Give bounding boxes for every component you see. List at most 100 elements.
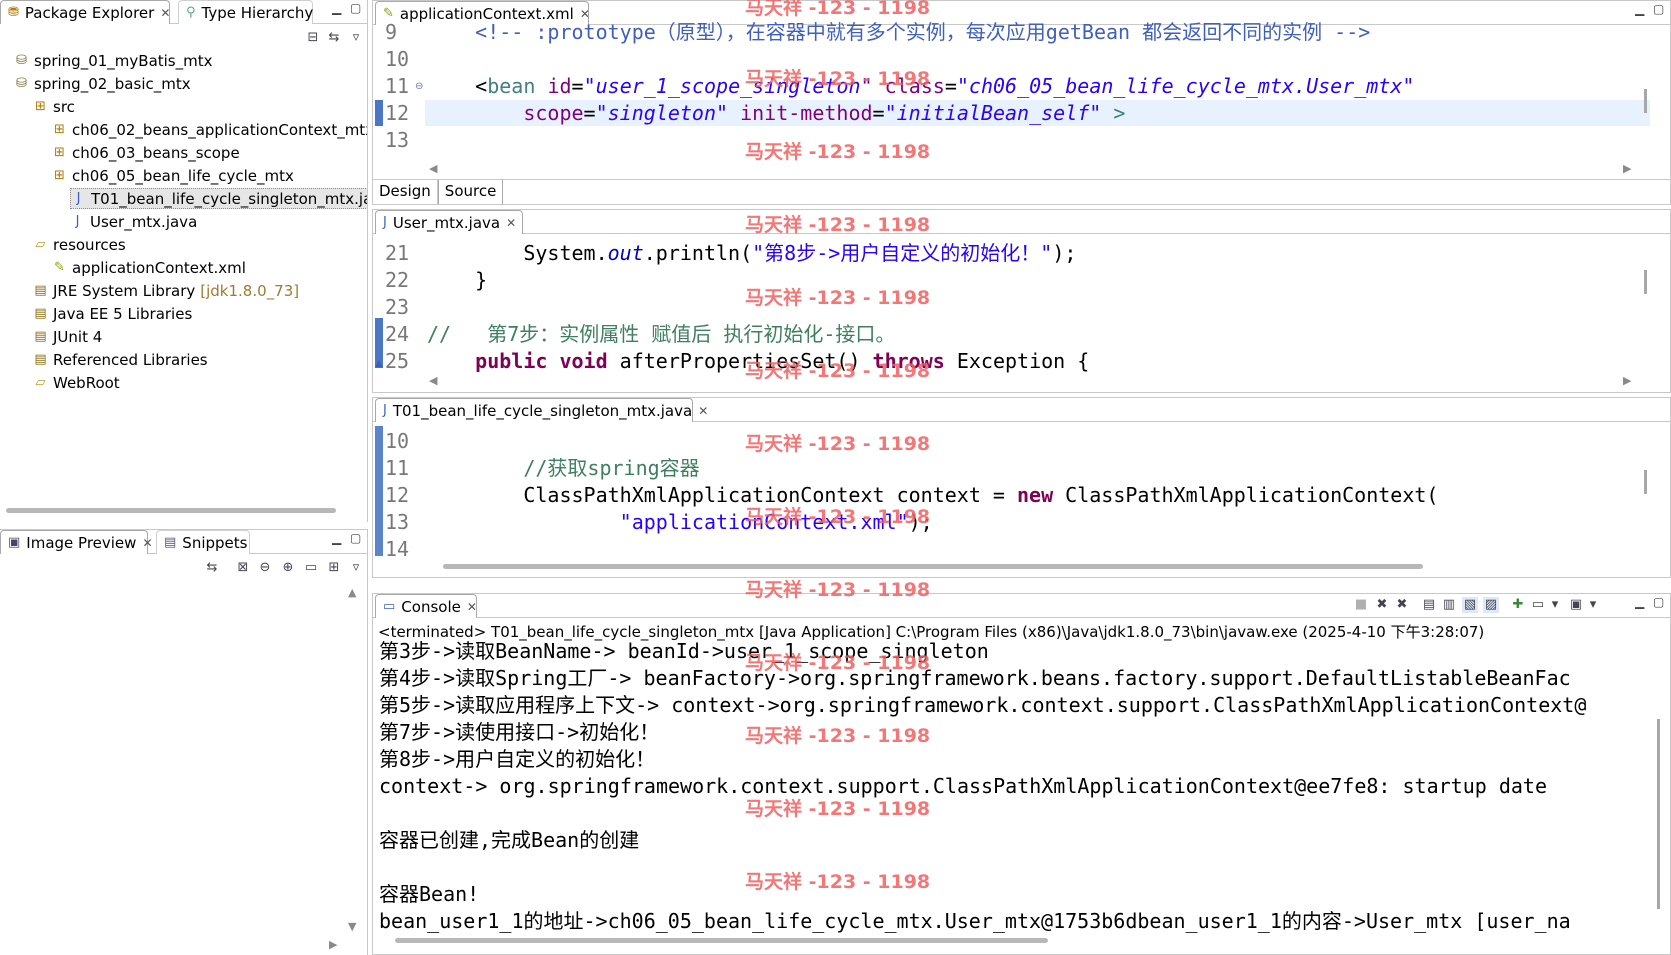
tree-item[interactable]: ▤ JRE System Library [jdk1.8.0_73] bbox=[33, 280, 299, 301]
minimize-icon[interactable]: ▁ bbox=[332, 2, 341, 14]
code-line[interactable]: public void afterPropertiesSet() throws … bbox=[427, 348, 1089, 374]
display-console-dropdown-icon[interactable]: ▾ bbox=[1547, 597, 1563, 613]
maximize-icon[interactable]: ▢ bbox=[1653, 3, 1664, 15]
console-vscroll-thumb[interactable] bbox=[1657, 719, 1660, 909]
collapse-all-icon[interactable]: ⊟ bbox=[305, 30, 321, 46]
maximize-icon[interactable]: ▢ bbox=[350, 532, 361, 544]
scroll-thumb[interactable] bbox=[6, 508, 336, 513]
test-hscrollbar[interactable] bbox=[373, 558, 1670, 576]
close-icon[interactable]: ✕ bbox=[160, 6, 170, 20]
test-code-area[interactable]: 10 11 //获取spring容器 12 ClassPathXmlApplicat… bbox=[373, 428, 1670, 561]
fit-image-icon[interactable]: ⊠ bbox=[235, 560, 251, 576]
word-wrap-icon[interactable]: ▧ bbox=[1462, 597, 1478, 613]
tab-snippets[interactable]: ▤ Snippets bbox=[156, 530, 250, 554]
pin-console-icon[interactable]: ✚ bbox=[1510, 597, 1526, 613]
actual-size-icon[interactable]: ▭ bbox=[303, 560, 319, 576]
package-icon: ⊞ bbox=[54, 122, 65, 137]
tree-item[interactable]: J User_mtx.java bbox=[70, 211, 198, 232]
java-file-icon: J bbox=[383, 215, 387, 230]
test-vscroll-thumb[interactable] bbox=[1644, 470, 1647, 494]
tree-item[interactable]: ✎ applicationContext.xml bbox=[52, 257, 246, 278]
minimize-icon[interactable]: ▁ bbox=[332, 532, 341, 544]
tree-item[interactable]: ▱ WebRoot bbox=[33, 372, 120, 393]
test-editor-panel: J T01_bean_life_cycle_singleton_mtx.java… bbox=[372, 397, 1671, 578]
zoom-out-icon[interactable]: ⊖ bbox=[257, 560, 273, 576]
console-output[interactable]: 第3步->读取BeanName-> beanId->user_1_scope_s… bbox=[373, 638, 1656, 933]
view-menu-icon[interactable]: ▿ bbox=[348, 30, 364, 46]
user-vscroll-thumb[interactable] bbox=[1644, 270, 1647, 294]
close-icon[interactable]: ✕ bbox=[142, 536, 152, 550]
clear-console-icon[interactable]: ▤ bbox=[1421, 597, 1437, 613]
tab-package-explorer[interactable]: ⛃ Package Explorer ✕ bbox=[0, 0, 170, 24]
scroll-left-icon[interactable]: ◀ bbox=[429, 162, 437, 175]
tree-item[interactable]: ▱ resources bbox=[33, 234, 126, 255]
link-with-editor-icon[interactable]: ⇆ bbox=[326, 30, 342, 46]
scroll-lock-icon[interactable]: ▥ bbox=[1441, 597, 1457, 613]
zoom-in-icon[interactable]: ⊕ bbox=[280, 560, 296, 576]
scroll-up-icon[interactable]: ▲ bbox=[348, 586, 356, 599]
tree-item[interactable]: ▤ JUnit 4 bbox=[33, 326, 102, 347]
scroll-thumb[interactable] bbox=[443, 564, 1423, 569]
tree-item[interactable]: ⊞ src bbox=[33, 96, 75, 117]
console-line: 容器Bean! bbox=[379, 882, 480, 906]
terminate-icon[interactable]: ■ bbox=[1353, 597, 1369, 613]
show-console-on-output-icon[interactable]: ▨ bbox=[1483, 597, 1499, 613]
scroll-thumb[interactable] bbox=[395, 938, 1048, 943]
code-line[interactable]: ClassPathXmlApplicationContext context =… bbox=[427, 482, 1438, 508]
tab-t01-java[interactable]: J T01_bean_life_cycle_singleton_mtx.java… bbox=[375, 398, 708, 422]
tree-item[interactable]: ⛁ spring_01_myBatis_mtx bbox=[14, 50, 212, 71]
close-icon[interactable]: ✕ bbox=[698, 404, 708, 418]
console-line: 第3步->读取BeanName-> beanId->user_1_scope_s… bbox=[379, 639, 989, 663]
maximize-icon[interactable]: ▢ bbox=[350, 2, 361, 14]
close-icon[interactable]: ✕ bbox=[506, 216, 516, 230]
xml-vscroll-thumb[interactable] bbox=[1644, 89, 1647, 113]
test-editor-tabbar: J T01_bean_life_cycle_singleton_mtx.java… bbox=[373, 398, 1670, 422]
open-console-icon[interactable]: ▣ bbox=[1568, 597, 1584, 613]
remove-all-icon[interactable]: ✖ bbox=[1394, 597, 1410, 613]
maximize-icon[interactable]: ▢ bbox=[1653, 596, 1664, 608]
scroll-right-icon[interactable]: ▶ bbox=[329, 938, 337, 951]
tab-design[interactable]: Design bbox=[373, 180, 438, 204]
code-line[interactable]: // 第7步：实例属性 赋值后 执行初始化-接口。 bbox=[427, 321, 895, 347]
code-line[interactable]: //获取spring容器 bbox=[427, 455, 699, 481]
line-number: 12 bbox=[385, 101, 410, 125]
close-icon[interactable]: ✕ bbox=[467, 600, 477, 614]
tab-type-hierarchy[interactable]: ⚲ Type Hierarchy bbox=[178, 0, 313, 24]
package-explorer-icon: ⛃ bbox=[8, 5, 19, 20]
display-console-icon[interactable]: ▭ bbox=[1530, 597, 1546, 613]
link-icon[interactable]: ⇆ bbox=[204, 560, 220, 576]
tab-image-preview[interactable]: ▣ Image Preview ✕ bbox=[0, 530, 153, 554]
scroll-down-icon[interactable]: ▼ bbox=[348, 920, 356, 933]
package-explorer-hscrollbar[interactable] bbox=[0, 502, 367, 520]
minimize-icon[interactable]: ▁ bbox=[1635, 596, 1644, 608]
fit-window-icon[interactable]: ⊞ bbox=[326, 560, 342, 576]
view-menu-icon[interactable]: ▿ bbox=[348, 560, 364, 576]
tree-item[interactable]: ⊞ ch06_03_beans_scope bbox=[52, 142, 240, 163]
tab-user-mtx-java[interactable]: J User_mtx.java ✕ bbox=[375, 210, 523, 234]
code-line[interactable]: <bean id="user_1_scope_singleton" class=… bbox=[427, 73, 1414, 99]
remove-launch-icon[interactable]: ✖ bbox=[1374, 597, 1390, 613]
tree-item[interactable]: ▤ Java EE 5 Libraries bbox=[33, 303, 192, 324]
tree-item-label: ch06_02_beans_applicationContext_mtx bbox=[72, 120, 368, 139]
scroll-left-icon[interactable]: ◀ bbox=[429, 374, 437, 387]
tab-source[interactable]: Source bbox=[437, 180, 504, 204]
collapse-icon[interactable]: ⊖ bbox=[415, 81, 423, 92]
code-line[interactable]: <!-- :prototype（原型），在容器中就有多个实例，每次应用getBe… bbox=[427, 19, 1370, 45]
tab-console[interactable]: ▭ Console ✕ bbox=[375, 594, 477, 618]
xml-code-area[interactable]: 9 <!-- :prototype（原型），在容器中就有多个实例，每次应用get… bbox=[373, 19, 1670, 159]
tree-item[interactable]: J T01_bean_life_cycle_singleton_mtx.jav bbox=[70, 188, 367, 209]
tree-item[interactable]: ⛁ spring_02_basic_mtx bbox=[14, 73, 191, 94]
user-code-area[interactable]: 21 System.out.println("第8步->用户自定义的初始化！")… bbox=[373, 240, 1670, 373]
minimize-icon[interactable]: ▁ bbox=[1635, 3, 1644, 15]
tab-label: Console bbox=[401, 597, 461, 616]
code-line[interactable]: System.out.println("第8步->用户自定义的初始化！"); bbox=[427, 240, 1076, 266]
console-hscrollbar[interactable] bbox=[373, 932, 1670, 950]
scroll-right-icon[interactable]: ▶ bbox=[1623, 374, 1631, 387]
code-line[interactable]: "applicationContext.xml"); bbox=[427, 509, 933, 535]
tree-item[interactable]: ⊞ ch06_02_beans_applicationContext_mtx bbox=[52, 119, 368, 140]
tree-item[interactable]: ▤ Referenced Libraries bbox=[33, 349, 207, 370]
open-console-dropdown-icon[interactable]: ▾ bbox=[1585, 597, 1601, 613]
scroll-right-icon[interactable]: ▶ bbox=[1623, 162, 1631, 175]
code-line[interactable]: } bbox=[427, 267, 487, 293]
tree-item[interactable]: ⊞ ch06_05_bean_life_cycle_mtx bbox=[52, 165, 294, 186]
